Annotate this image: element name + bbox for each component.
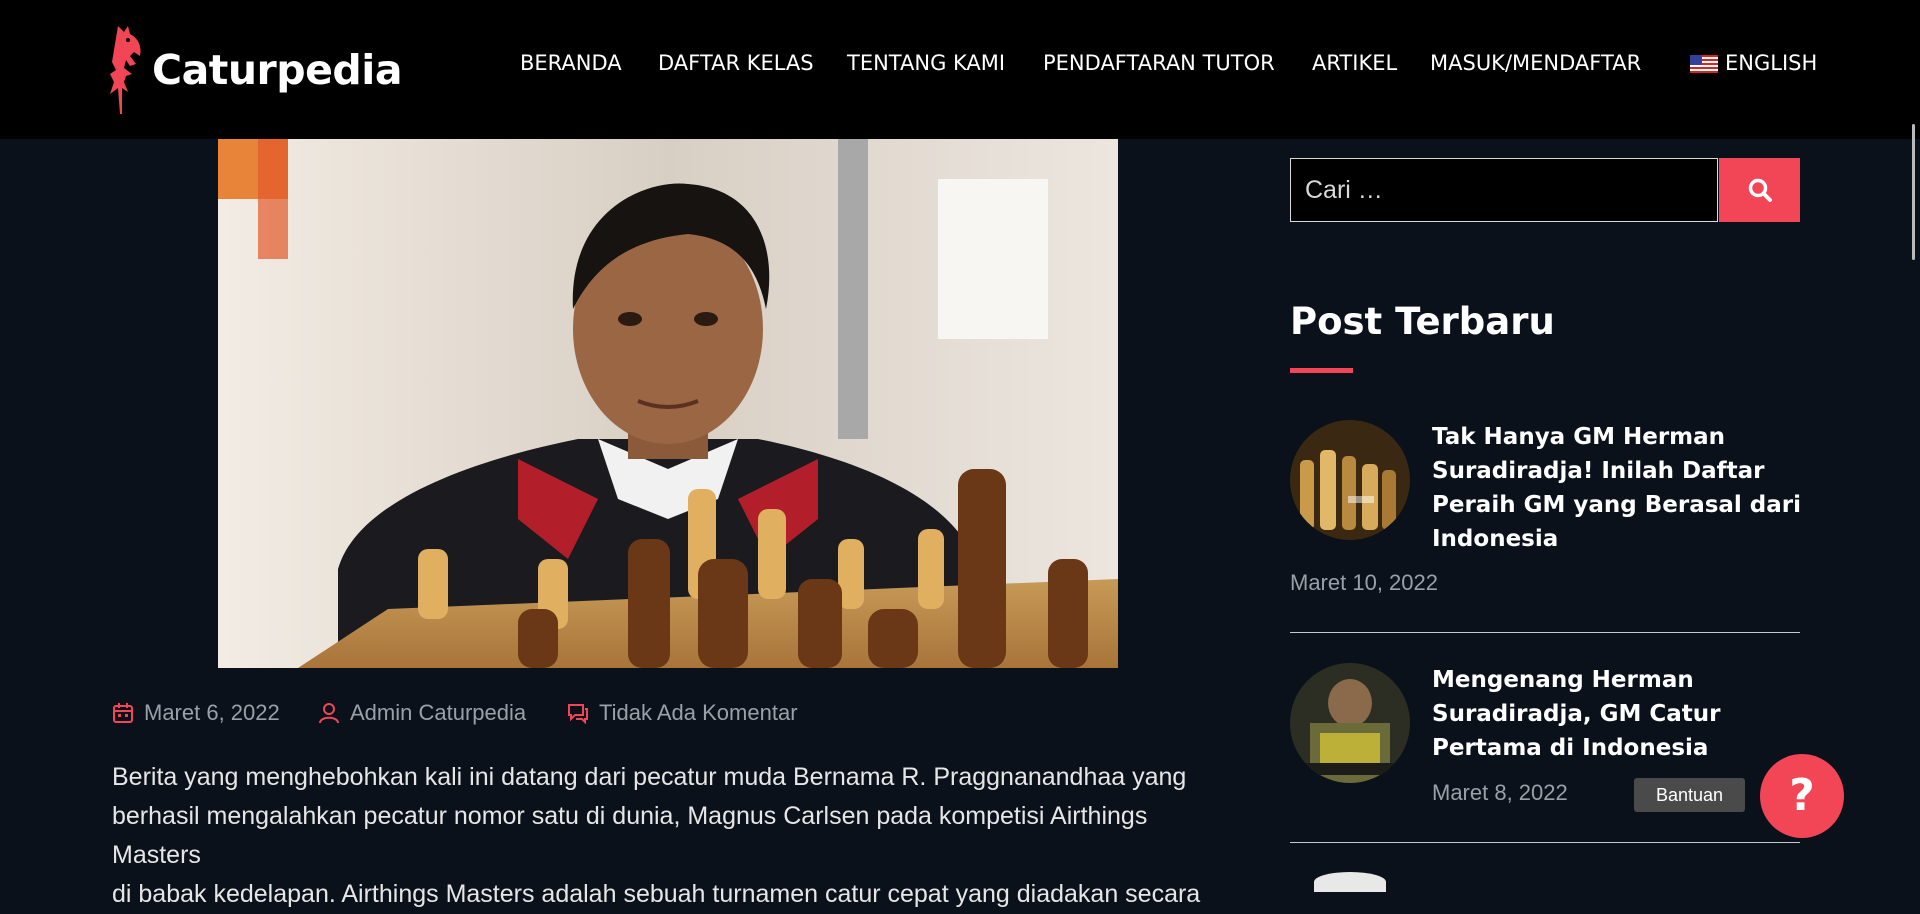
- search-button[interactable]: [1719, 158, 1800, 222]
- nav-tentang-kami[interactable]: TENTANG KAMI: [847, 46, 1005, 80]
- chess-pieces-thumbnail: [1290, 420, 1410, 540]
- brand-name: Caturpedia: [152, 46, 403, 94]
- post-comments-text: Tidak Ada Komentar: [599, 700, 798, 725]
- recent-post-date: Maret 10, 2022: [1290, 570, 1438, 595]
- recent-post-date: Maret 8, 2022: [1432, 780, 1568, 805]
- nav-masuk-mendaftar[interactable]: MASUK/MENDAFTAR: [1430, 46, 1641, 80]
- nav-daftar-kelas[interactable]: DAFTAR KELAS: [658, 46, 814, 80]
- page-scrollbar[interactable]: [1912, 124, 1915, 260]
- post-divider: [1290, 842, 1800, 843]
- nav-english-label: ENGLISH: [1725, 51, 1818, 75]
- recent-post-title[interactable]: Tak Hanya GM Herman Suradiradja! Inilah …: [1432, 420, 1802, 556]
- site-header: Caturpedia BERANDA DAFTAR KELAS TENTANG …: [0, 0, 1920, 139]
- title-underline: [1290, 368, 1353, 373]
- post-title-line: Tak Hanya GM Herman: [1432, 424, 1726, 450]
- comment-icon: [568, 704, 588, 724]
- post-title-line: Peraih GM yang Berasal dari: [1432, 492, 1802, 518]
- recent-post-thumbnail[interactable]: [1314, 872, 1386, 892]
- post-author[interactable]: Admin Caturpedia: [318, 698, 526, 728]
- nav-artikel[interactable]: ARTIKEL: [1312, 46, 1397, 80]
- user-icon: [319, 703, 339, 724]
- post-author-text: Admin Caturpedia: [350, 700, 527, 725]
- article-line: Berita yang menghebohkan kali ini datang…: [112, 763, 1187, 791]
- help-tooltip: Bantuan: [1634, 778, 1745, 812]
- recent-post-title[interactable]: Mengenang Herman Suradiradja, GM Catur P…: [1432, 663, 1802, 765]
- calendar-icon: [113, 703, 133, 723]
- knight-logo-icon: [110, 26, 141, 114]
- article-line: di babak kedelapan. Airthings Masters ad…: [112, 880, 1201, 908]
- search-form: [1290, 158, 1718, 222]
- post-title-line: Suradiradja! Inilah Daftar: [1432, 458, 1765, 484]
- post-date-text: Maret 6, 2022: [144, 700, 280, 725]
- search-input[interactable]: [1291, 159, 1711, 221]
- post-title-line: Mengenang Herman: [1432, 667, 1694, 693]
- post-comments[interactable]: Tidak Ada Komentar: [567, 698, 798, 728]
- search-icon: [1748, 178, 1772, 202]
- us-flag-icon: [1690, 55, 1718, 73]
- recent-post-thumbnail[interactable]: [1290, 663, 1410, 783]
- recent-post-thumbnail[interactable]: [1290, 420, 1410, 540]
- herman-photo-thumbnail: [1290, 663, 1410, 783]
- post-date: Maret 6, 2022: [112, 698, 280, 728]
- post-title-line: Indonesia: [1432, 526, 1559, 552]
- post-title-line: Suradiradja, GM Catur: [1432, 701, 1721, 727]
- nav-beranda[interactable]: BERANDA: [520, 46, 622, 80]
- chess-player-photo: [218, 139, 1118, 668]
- post-divider: [1290, 632, 1800, 633]
- article-body: Berita yang menghebohkan kali ini datang…: [112, 758, 1222, 914]
- article-line: berhasil mengalahkan pecatur nomor satu …: [112, 802, 1148, 869]
- post-title-line: Pertama di Indonesia: [1432, 735, 1709, 761]
- recent-posts-title: Post Terbaru: [1290, 300, 1555, 343]
- help-button[interactable]: ?: [1760, 754, 1844, 838]
- site-logo[interactable]: Caturpedia: [104, 22, 403, 118]
- nav-pendaftaran-tutor[interactable]: PENDAFTARAN TUTOR: [1043, 46, 1275, 80]
- article-featured-image: [218, 139, 1118, 668]
